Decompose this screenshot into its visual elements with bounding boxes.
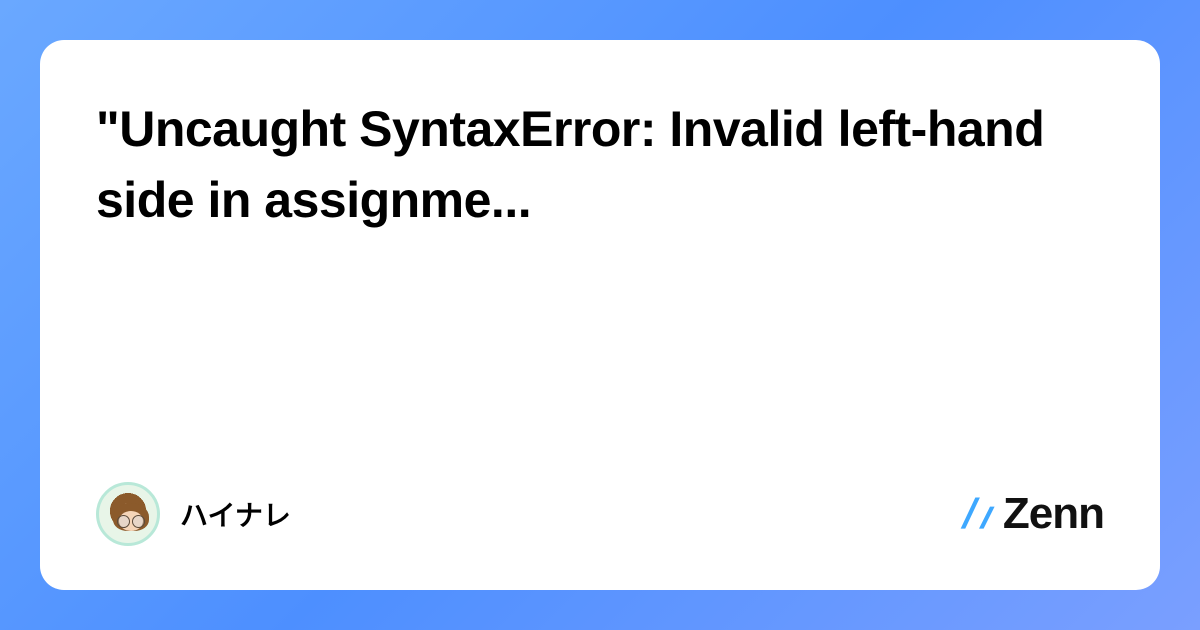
author-name: ハイナレ	[180, 494, 291, 534]
article-card: "Uncaught SyntaxError: Invalid left-hand…	[40, 40, 1160, 590]
article-title: "Uncaught SyntaxError: Invalid left-hand…	[96, 94, 1104, 236]
card-footer: ハイナレ Zenn	[96, 482, 1104, 546]
brand-logo: Zenn	[957, 489, 1104, 539]
avatar-glasses-icon	[117, 515, 145, 525]
brand-name: Zenn	[1003, 489, 1104, 539]
author-section: ハイナレ	[96, 482, 291, 546]
zenn-icon	[957, 492, 1001, 536]
author-avatar	[96, 482, 160, 546]
